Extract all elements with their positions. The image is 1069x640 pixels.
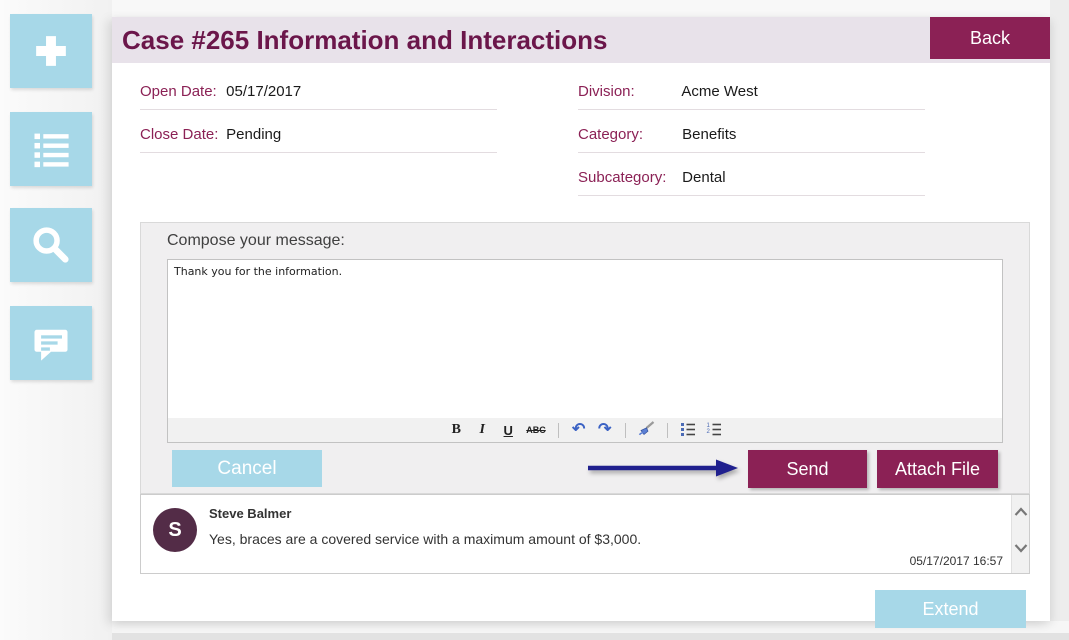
svg-text:2: 2	[706, 429, 710, 435]
field-label: Subcategory:	[578, 163, 678, 193]
message-author: Steve Balmer	[209, 506, 291, 521]
send-button[interactable]: Send	[748, 450, 867, 488]
chevron-down-icon	[1014, 541, 1028, 556]
page-footer-edge	[0, 633, 1069, 640]
interaction-list: S Steve Balmer Yes, braces are a covered…	[140, 494, 1030, 574]
sidebar-item-case-list[interactable]	[10, 112, 92, 186]
numbered-list-icon: 12	[706, 421, 722, 440]
italic-button[interactable]: I	[472, 420, 492, 440]
editor-toolbar: B I U ABC ↶ ↷	[167, 418, 1003, 443]
field-row-open-date: Open Date: 05/17/2017	[140, 77, 497, 110]
message-scrollbar[interactable]	[1011, 495, 1029, 573]
cancel-button[interactable]: Cancel	[172, 450, 322, 487]
attach-file-button[interactable]: Attach File	[877, 450, 998, 488]
sidebar-item-messages[interactable]	[10, 306, 92, 380]
bullet-list-icon	[680, 421, 696, 440]
field-label: Close Date:	[140, 120, 222, 150]
list-icon	[29, 127, 73, 171]
field-value: 05/17/2017	[226, 83, 301, 100]
case-header: Case #265 Information and Interactions	[112, 17, 1050, 63]
bullet-list-button[interactable]	[678, 420, 698, 440]
sidebar	[0, 0, 112, 640]
redo-icon: ↷	[598, 422, 611, 438]
bold-icon: B	[452, 422, 461, 438]
field-label: Open Date:	[140, 77, 222, 107]
page-title: Case #265 Information and Interactions	[122, 17, 607, 63]
toolbar-separator	[625, 423, 626, 438]
format-brush-button[interactable]	[636, 420, 657, 440]
field-row-category: Category: Benefits	[578, 120, 925, 153]
field-value: Benefits	[682, 126, 736, 143]
underline-button[interactable]: U	[498, 420, 518, 440]
message-editor[interactable]: Thank you for the information.	[167, 259, 1003, 419]
redo-button[interactable]: ↷	[595, 420, 615, 440]
back-button[interactable]: Back	[930, 17, 1050, 59]
strikethrough-button[interactable]: ABC	[524, 420, 548, 440]
field-label: Division:	[578, 77, 678, 107]
chevron-up-icon	[1014, 505, 1028, 520]
strikethrough-icon: ABC	[526, 425, 546, 435]
undo-button[interactable]: ↶	[569, 420, 589, 440]
case-card: Case #265 Information and Interactions B…	[112, 17, 1050, 621]
message-text: Yes, braces are a covered service with a…	[209, 531, 641, 547]
numbered-list-button[interactable]: 12	[704, 420, 724, 440]
undo-icon: ↶	[572, 422, 585, 438]
scroll-down-button[interactable]	[1012, 539, 1030, 557]
field-row-close-date: Close Date: Pending	[140, 120, 497, 153]
field-value: Acme West	[681, 83, 757, 100]
case-detail-page: Case #265 Information and Interactions B…	[0, 0, 1069, 640]
compose-panel: Compose your message: Thank you for the …	[140, 222, 1030, 494]
avatar: S	[153, 508, 197, 552]
page-background-right	[1050, 0, 1069, 640]
plus-icon	[29, 29, 73, 73]
message-timestamp: 05/17/2017 16:57	[910, 554, 1003, 568]
sidebar-item-search[interactable]	[10, 208, 92, 282]
italic-icon: I	[480, 422, 485, 438]
field-label: Category:	[578, 120, 678, 150]
chat-icon	[29, 321, 73, 365]
toolbar-separator	[558, 423, 559, 438]
underline-icon: U	[504, 423, 513, 438]
scroll-up-button[interactable]	[1012, 503, 1030, 521]
toolbar-separator	[667, 423, 668, 438]
field-value: Dental	[682, 169, 725, 186]
bold-button[interactable]: B	[446, 420, 466, 440]
brush-icon	[638, 421, 655, 440]
field-row-division: Division: Acme West	[578, 77, 925, 110]
field-row-subcategory: Subcategory: Dental	[578, 163, 925, 196]
sidebar-item-add[interactable]	[10, 14, 92, 88]
extend-button[interactable]: Extend	[875, 590, 1026, 628]
field-value: Pending	[226, 126, 281, 143]
search-icon	[29, 223, 73, 267]
compose-label: Compose your message:	[167, 232, 345, 250]
